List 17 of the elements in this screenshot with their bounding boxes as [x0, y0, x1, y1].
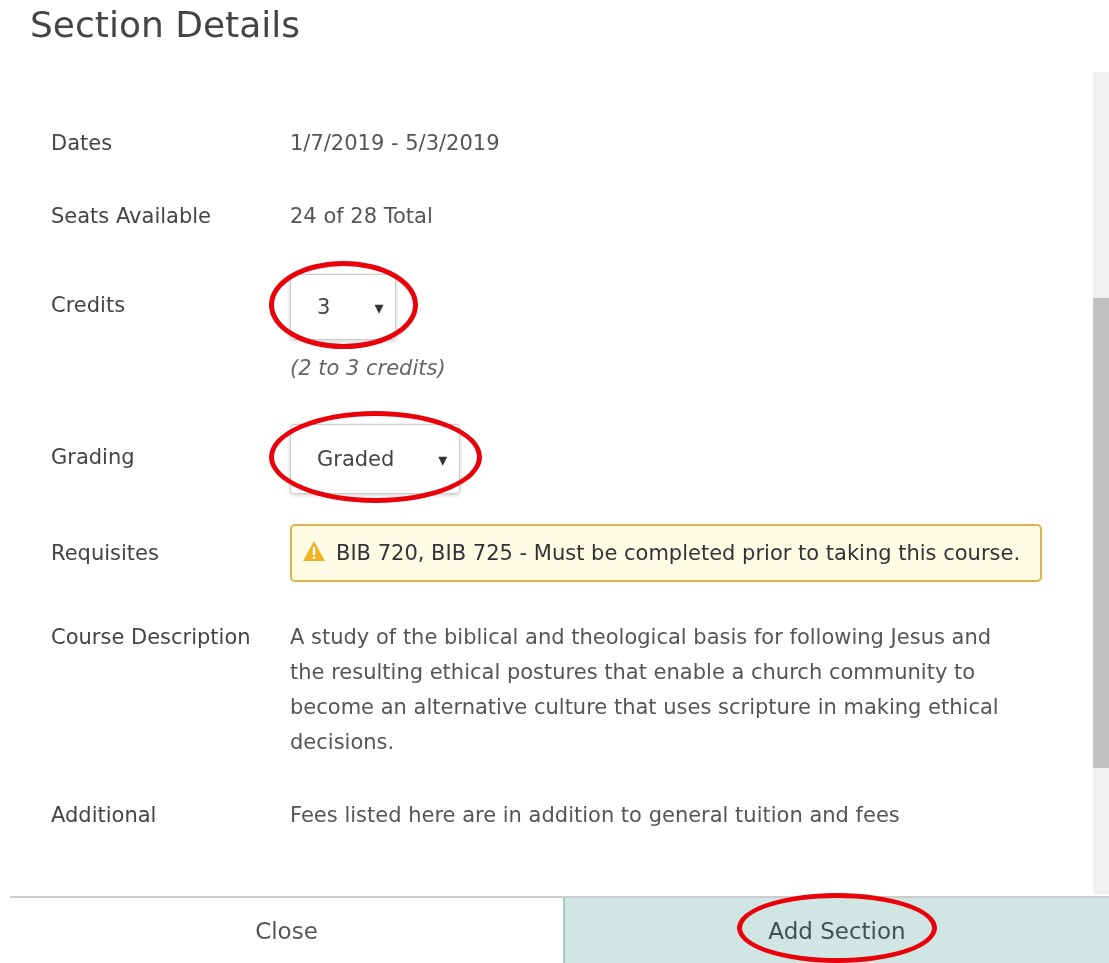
field-value: 24 of 28 Total	[290, 203, 434, 230]
field-label: Course Description	[51, 624, 252, 651]
field-label: Additional	[51, 802, 158, 829]
field-value: 1/7/2019 - 5/3/2019	[290, 130, 501, 157]
field-label: Seats Available	[51, 203, 213, 230]
dropdown[interactable]: 3 ▾	[290, 274, 397, 340]
warning-message: BIB 720, BIB 725 - Must be completed prior to taking this course.	[290, 524, 1042, 582]
field-value: Fees listed here are in addition to general tuition and fees	[290, 802, 901, 829]
field-label: Credits	[51, 292, 127, 319]
field-label: Requisites	[51, 540, 160, 567]
field-label: Grading	[51, 444, 136, 471]
field-value: A study of the biblical and theological basis for following Jesus and the resulting ethical postures that enable a church community to become an alternative culture that uses scripture in making ethical decisions.	[290, 624, 1000, 756]
dialog-title: Section Details	[29, 3, 301, 47]
dropdown[interactable]: Graded ▾	[290, 424, 461, 494]
field-label: Dates	[51, 130, 114, 157]
warning-icon	[302, 540, 326, 562]
hint-text: (2 to 3 credits)	[290, 356, 447, 380]
